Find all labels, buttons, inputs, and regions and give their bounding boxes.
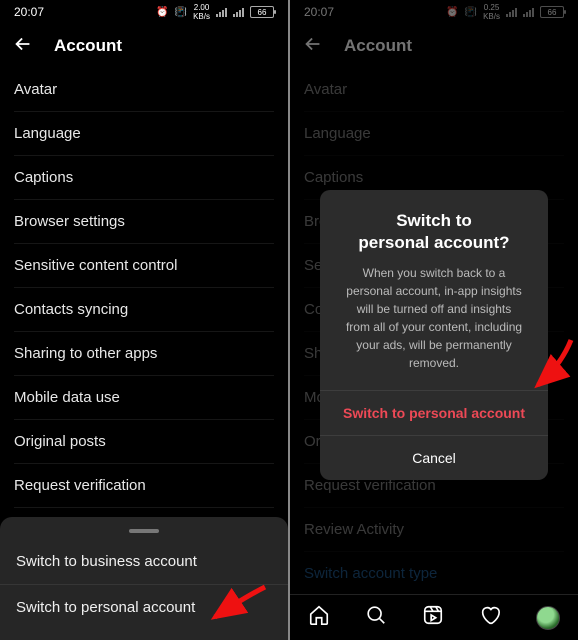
sheet-grip[interactable] xyxy=(129,529,159,533)
list-item[interactable]: Browser settings xyxy=(14,200,274,244)
status-bar: 20:07 ⏰ 📳 2.00KB/s 66 xyxy=(0,0,288,24)
screenshot-right: 20:07 ⏰ 📳 0.25KB/s 66 Account Avatar Lan… xyxy=(290,0,578,640)
list-item[interactable]: Original posts xyxy=(14,420,274,464)
alarm-icon: ⏰ xyxy=(156,7,168,18)
settings-list: Avatar Language Captions Browser setting… xyxy=(0,68,288,552)
switch-business-option[interactable]: Switch to business account xyxy=(0,539,288,584)
list-item[interactable]: Sharing to other apps xyxy=(14,332,274,376)
list-item[interactable]: Captions xyxy=(14,156,274,200)
list-item[interactable]: Language xyxy=(14,112,274,156)
list-item[interactable]: Sensitive content control xyxy=(14,244,274,288)
list-item[interactable]: Request verification xyxy=(14,464,274,508)
screenshot-left: 20:07 ⏰ 📳 2.00KB/s 66 Account Avatar Lan… xyxy=(0,0,288,640)
list-item[interactable]: Contacts syncing xyxy=(14,288,274,332)
header: Account xyxy=(0,24,288,68)
battery-icon: 66 xyxy=(250,6,274,18)
home-icon[interactable] xyxy=(308,604,330,631)
dialog-body: When you switch back to a personal accou… xyxy=(320,264,548,390)
switch-personal-option[interactable]: Switch to personal account xyxy=(0,584,288,630)
vibrate-icon: 📳 xyxy=(175,7,187,18)
bottom-sheet: Switch to business account Switch to per… xyxy=(0,517,288,640)
page-title: Account xyxy=(54,36,122,56)
heart-icon[interactable] xyxy=(479,604,501,631)
bottom-nav xyxy=(290,594,578,640)
list-item[interactable]: Avatar xyxy=(14,68,274,112)
back-arrow-icon[interactable] xyxy=(12,33,34,60)
net-speed: 2.00KB/s xyxy=(193,3,210,21)
cancel-button[interactable]: Cancel xyxy=(320,435,548,480)
profile-avatar[interactable] xyxy=(536,606,560,630)
confirm-switch-button[interactable]: Switch to personal account xyxy=(320,390,548,435)
confirm-dialog: Switch topersonal account? When you swit… xyxy=(320,190,548,480)
signal-icon xyxy=(233,8,244,17)
signal-icon xyxy=(216,8,227,17)
status-time: 20:07 xyxy=(14,5,44,19)
reels-icon[interactable] xyxy=(422,604,444,631)
list-item[interactable]: Mobile data use xyxy=(14,376,274,420)
dialog-title: Switch topersonal account? xyxy=(320,190,548,264)
search-icon[interactable] xyxy=(365,604,387,631)
